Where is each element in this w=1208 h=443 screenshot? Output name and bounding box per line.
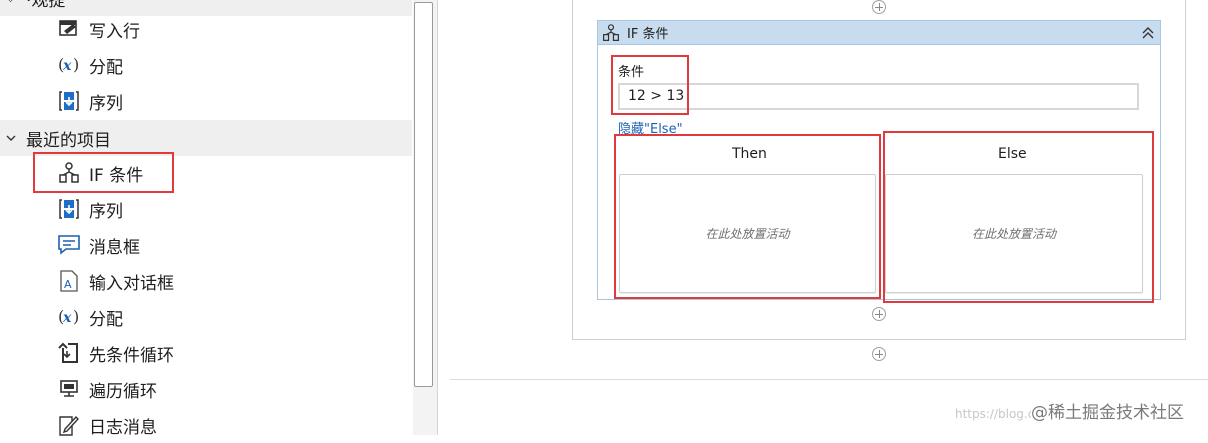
tree-group-label: ·观提 (26, 0, 66, 11)
activity-item-label: IF 条件 (89, 165, 144, 186)
activity-item-label: 日志消息 (89, 417, 157, 438)
if-activity-header[interactable]: IF 条件 (598, 21, 1160, 45)
if-activity-card[interactable]: IF 条件 条件 12 > 13 隐藏"Else" Then Else 在此处放… (597, 20, 1161, 300)
activity-item-label: 序列 (89, 201, 123, 222)
drop-hint-text: 在此处放置活动 (971, 227, 1056, 241)
tree-group-label: 最近的项目 (26, 130, 111, 151)
then-drop-zone[interactable]: 在此处放置活动 (619, 174, 876, 293)
sequence-icon (58, 198, 80, 220)
else-drop-zone[interactable]: 在此处放置活动 (885, 174, 1143, 293)
activity-item-label: 分配 (89, 309, 123, 330)
svg-text:): ) (73, 307, 79, 326)
activity-item-label: 序列 (89, 93, 123, 114)
condition-label: 条件 (618, 65, 645, 80)
svg-text:x: x (62, 58, 72, 74)
drop-hint-text: 在此处放置活动 (705, 227, 790, 241)
add-activity-icon-after-if[interactable] (872, 307, 886, 321)
svg-text:A: A (64, 278, 72, 291)
watermark-text: @稀土掘金技术社区 (1031, 403, 1184, 423)
scrollbar-thumb[interactable] (414, 2, 433, 387)
condition-input[interactable]: 12 > 13 (618, 83, 1139, 110)
watermark-url: https://blog.csdn.net/weixin_4 (955, 406, 1031, 421)
then-branch-label: Then (732, 146, 767, 162)
else-branch-label: Else (998, 146, 1027, 162)
add-activity-icon-top[interactable] (872, 0, 886, 14)
write-line-icon (58, 18, 80, 40)
activity-item-for-each[interactable]: 遍历循环 (0, 371, 412, 407)
svg-text:x: x (62, 310, 72, 326)
assign-icon: (x) (58, 306, 80, 328)
activity-item-label: 输入对话框 (89, 273, 174, 294)
add-activity-icon-after-sequence[interactable] (872, 347, 886, 361)
activity-item-label: 分配 (89, 57, 123, 78)
assign-icon: (x) (58, 54, 80, 76)
chevron-down-icon: ⌵ (6, 0, 18, 6)
if-condition-icon (601, 23, 621, 42)
activities-panel: ⌵ ·观提 写入行 (x) 分配 序列 最近的项目 IF 条件 (0, 0, 437, 438)
vertical-scrollbar[interactable] (413, 0, 437, 435)
chevron-down-icon (6, 131, 18, 145)
activity-item-message-box[interactable]: 消息框 (0, 227, 412, 263)
activity-item-label: 写入行 (89, 21, 140, 42)
if-condition-icon (58, 162, 80, 184)
activity-item-log-message[interactable]: 日志消息 (0, 407, 412, 443)
activity-item-assign[interactable]: (x) 分配 (0, 47, 412, 83)
activity-item-label: 消息框 (89, 237, 140, 258)
activity-item-sequence[interactable]: 序列 (0, 191, 412, 227)
activity-item-sequence[interactable]: 序列 (0, 83, 412, 119)
activity-item-input-dialog[interactable]: A 输入对话框 (0, 263, 412, 299)
activity-item-while-loop[interactable]: 先条件循环 (0, 335, 412, 371)
tree-group-recent[interactable]: 最近的项目 (0, 120, 412, 156)
log-message-icon (58, 414, 80, 436)
while-loop-icon (58, 342, 80, 364)
activity-item-label: 先条件循环 (89, 345, 174, 366)
activity-item-if-condition[interactable]: IF 条件 (0, 155, 412, 191)
message-box-icon (58, 234, 80, 256)
svg-text:): ) (73, 55, 79, 74)
for-each-icon (58, 378, 80, 400)
input-dialog-icon: A (58, 270, 80, 292)
activity-item-label: 遍历循环 (89, 381, 157, 402)
activity-item-write-line[interactable]: 写入行 (0, 11, 412, 47)
watermark: https://blog.csdn.net/weixin_4@稀土掘金技术社区 (955, 398, 1184, 423)
designer-divider (450, 379, 1208, 380)
hide-else-link[interactable]: 隐藏"Else" (618, 118, 683, 137)
collapse-icon[interactable] (1140, 25, 1156, 41)
if-activity-title: IF 条件 (627, 27, 669, 42)
sequence-icon (58, 90, 80, 112)
activity-item-assign[interactable]: (x) 分配 (0, 299, 412, 335)
